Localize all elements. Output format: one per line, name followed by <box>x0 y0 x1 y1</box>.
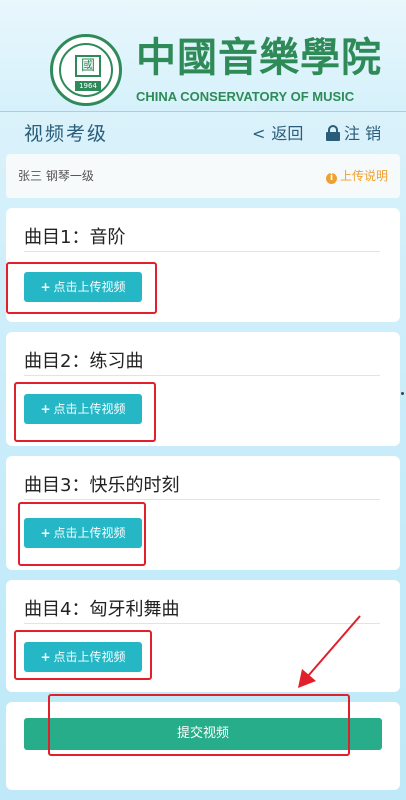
logo-year: 1964 <box>75 81 101 91</box>
scroll-dot <box>401 392 404 395</box>
chevron-left-icon: < <box>252 124 266 143</box>
school-logo: 國 1964 <box>50 34 122 106</box>
logout-button[interactable]: 注 销 <box>326 122 381 146</box>
info-icon: i <box>325 173 337 184</box>
annotation-box <box>18 502 146 566</box>
piece-title: 曲目4：匈牙利舞曲 <box>24 596 380 624</box>
piece-title: 曲目2：练习曲 <box>24 348 380 376</box>
student-info-bar: 张三 钢琴一级 i 上传说明 <box>6 154 400 198</box>
student-info: 张三 钢琴一级 <box>18 169 94 183</box>
annotation-box <box>6 262 157 314</box>
school-header: 國 1964 中國音樂學院 CHINA CONSERVATORY OF MUSI… <box>0 0 406 112</box>
school-name-en: CHINA CONSERVATORY OF MUSIC <box>136 89 355 104</box>
upload-help-label: 上传说明 <box>339 169 388 183</box>
annotation-box <box>48 694 350 756</box>
school-name-cn: 中國音樂學院 <box>136 34 382 81</box>
logout-label: 注 销 <box>344 124 382 143</box>
logo-glyph: 國 <box>75 55 101 77</box>
nav-bar: 视频考级 < 返回 注 销 <box>0 112 406 154</box>
back-button[interactable]: < 返回 <box>252 122 303 146</box>
upload-help-link[interactable]: i 上传说明 <box>325 166 388 186</box>
piece-title: 曲目3：快乐的时刻 <box>24 472 380 500</box>
back-label: 返回 <box>271 124 304 143</box>
lock-icon <box>326 125 340 141</box>
page-title: 视频考级 <box>24 123 109 145</box>
piece-title: 曲目1：音阶 <box>24 224 380 252</box>
annotation-box <box>14 630 152 680</box>
annotation-box <box>14 382 156 442</box>
